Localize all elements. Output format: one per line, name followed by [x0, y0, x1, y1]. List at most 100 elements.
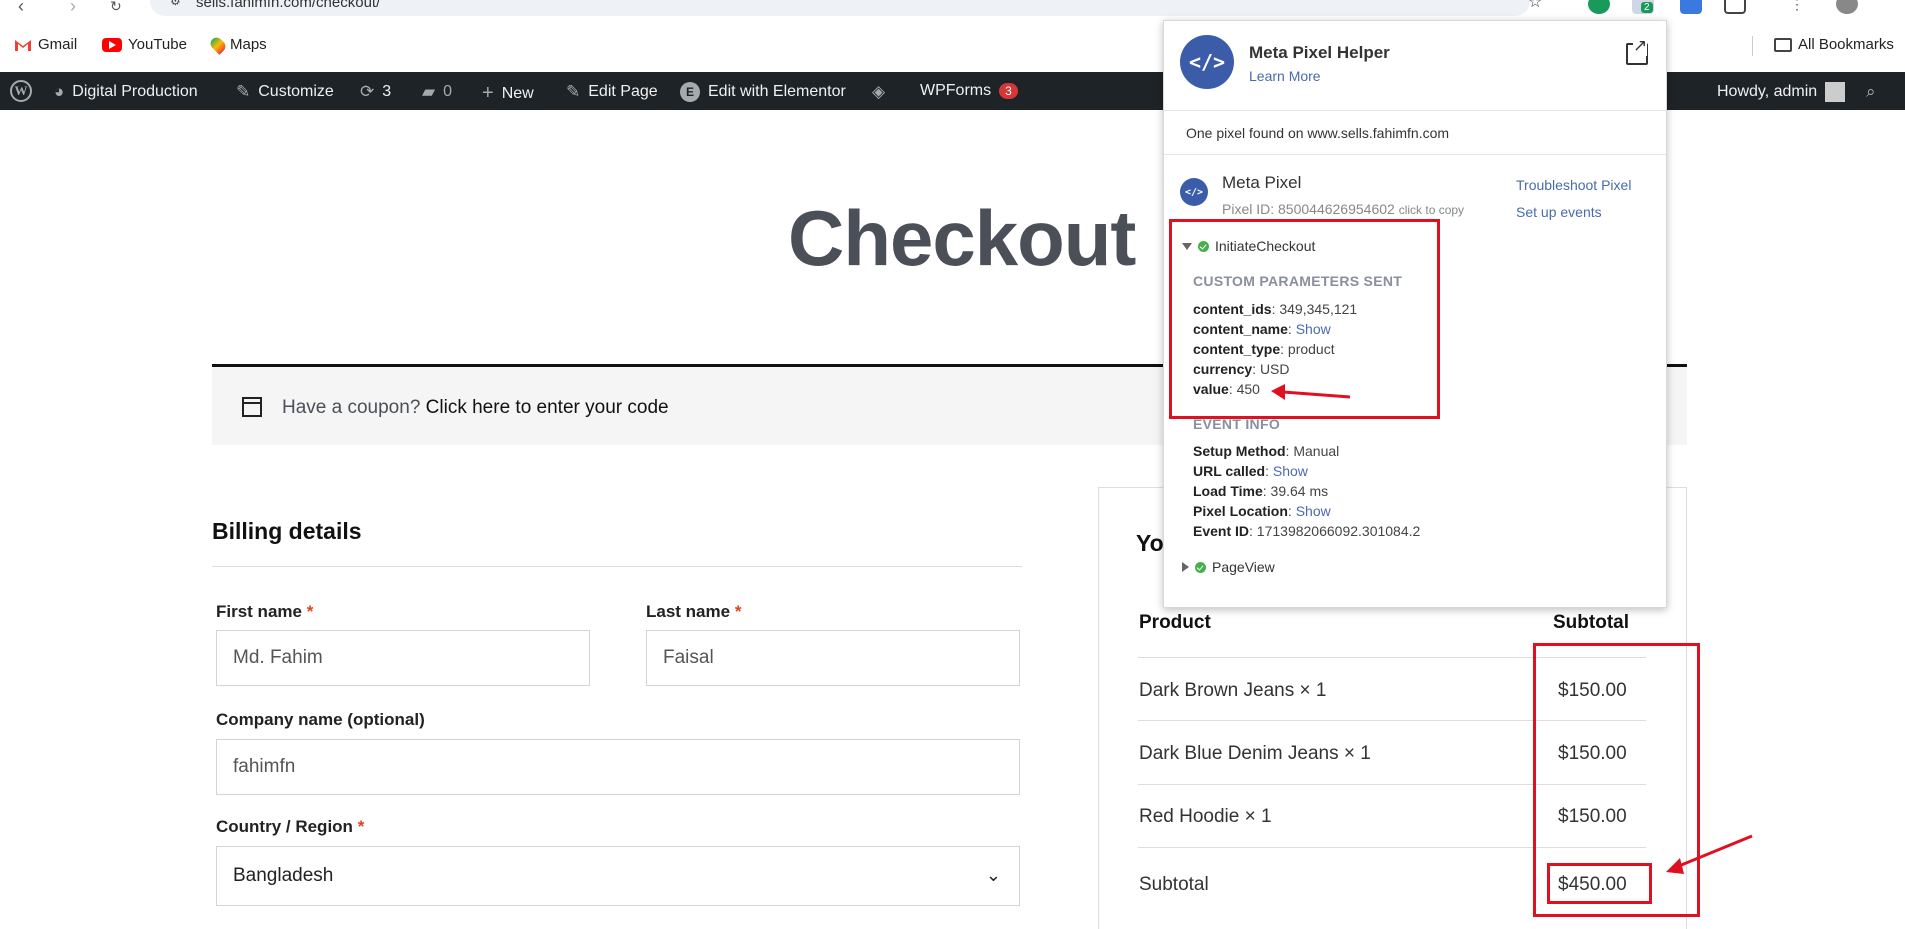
company-field[interactable]: fahimfn	[216, 739, 1020, 795]
event-name: PageView	[1212, 559, 1275, 575]
menu-icon[interactable]: ⋮	[1790, 0, 1804, 13]
extension-puzzle-icon[interactable]	[1724, 0, 1746, 14]
comments-count: 0	[443, 83, 452, 100]
comments-button[interactable]: ▰ 0	[422, 82, 452, 102]
brush-icon: ✎	[236, 82, 251, 101]
info-value: Manual	[1293, 443, 1340, 459]
site-info-icon[interactable]: ⚙	[170, 0, 181, 8]
site-name: Digital Production	[72, 83, 198, 100]
pixel-name: Meta Pixel	[1222, 173, 1302, 192]
updates-button[interactable]: ⟳ 3	[360, 82, 391, 102]
subtotal-label: Subtotal	[1139, 874, 1209, 895]
extension-green-icon[interactable]	[1588, 0, 1610, 14]
event-info-row: Event ID: 1713982066092.301084.2	[1193, 523, 1421, 539]
click-to-copy[interactable]: click to copy	[1399, 203, 1464, 217]
meta-pixel-extension-icon[interactable]: 2	[1632, 0, 1654, 14]
wp-logo-button[interactable]: W	[10, 80, 32, 102]
bookmark-maps[interactable]: Maps	[208, 34, 267, 55]
last-name-label: Last name *	[646, 602, 741, 622]
wpforms-label: WPForms	[920, 82, 992, 99]
event-info-row: URL called: Show	[1193, 463, 1308, 479]
account-menu[interactable]: Howdy, admin	[1717, 82, 1846, 102]
popup-header: </> Meta Pixel Helper Learn More	[1164, 21, 1666, 111]
bookmark-star-icon[interactable]: ☆	[1528, 0, 1542, 12]
annotation-arrow-value	[1271, 384, 1351, 400]
coupon-text: Have a coupon? Click here to enter your …	[282, 397, 669, 419]
edit-page-label: Edit Page	[588, 83, 658, 100]
dashboard-icon: ◕	[54, 82, 65, 101]
info-show-link[interactable]: Show	[1296, 503, 1331, 519]
info-show-link[interactable]: Show	[1273, 463, 1308, 479]
updates-count: 3	[382, 83, 392, 100]
pixel-id[interactable]: Pixel ID: 850044626954602 click to copy	[1222, 201, 1464, 217]
info-key: Load Time	[1193, 483, 1263, 499]
setup-events-link[interactable]: Set up events	[1516, 204, 1602, 220]
all-bookmarks-label: All Bookmarks	[1798, 36, 1894, 53]
extension-badge: 2	[1641, 2, 1653, 13]
info-key: URL called	[1193, 463, 1266, 479]
wpforms-badge: 3	[999, 83, 1018, 99]
last-name-field[interactable]: Faisal	[646, 630, 1020, 686]
extension-blue-icon[interactable]	[1680, 0, 1702, 14]
chevron-down-icon: ⌄	[985, 865, 1001, 885]
forward-icon[interactable]: ›	[70, 0, 76, 17]
order-item-name: Dark Brown Jeans × 1	[1139, 680, 1327, 701]
troubleshoot-pixel-link[interactable]: Troubleshoot Pixel	[1516, 177, 1631, 193]
wpforms-icon: ◈	[872, 82, 886, 101]
url-text: sells.fahimfn.com/checkout/	[196, 0, 381, 11]
profile-icon[interactable]	[1836, 0, 1858, 14]
expand-right-icon	[1182, 562, 1189, 572]
country-select[interactable]: Bangladesh ⌄	[216, 846, 1020, 906]
pencil-icon: ✎	[566, 82, 581, 101]
event-info-row: Pixel Location: Show	[1193, 503, 1331, 519]
first-name-label: First name *	[216, 602, 313, 622]
coupon-link[interactable]: Click here to enter your code	[426, 397, 669, 418]
info-key: Pixel Location	[1193, 503, 1288, 519]
first-name-field[interactable]: Md. Fahim	[216, 630, 590, 686]
bookmark-label: Gmail	[38, 36, 78, 53]
pixel-id-text: Pixel ID: 850044626954602	[1222, 201, 1395, 217]
first-name-value: Md. Fahim	[233, 647, 323, 668]
col-product-header: Product	[1139, 612, 1211, 633]
page-title: Checkout	[788, 194, 1136, 282]
updates-icon: ⟳	[360, 82, 375, 101]
avatar	[1825, 82, 1846, 102]
last-name-label-text: Last name	[646, 602, 731, 621]
edit-page-button[interactable]: ✎ Edit Page	[566, 82, 658, 102]
all-bookmarks-button[interactable]: All Bookmarks	[1774, 36, 1894, 53]
country-value: Bangladesh	[233, 865, 334, 886]
bookmark-youtube[interactable]: YouTube	[102, 36, 187, 53]
admin-search-button[interactable]: ⌕	[1866, 82, 1876, 102]
site-name-menu[interactable]: ◕ Digital Production	[54, 82, 198, 102]
back-icon[interactable]: ‹	[18, 0, 24, 17]
order-item-name: Red Hoodie × 1	[1139, 806, 1272, 827]
pixel-code-icon: </>	[1180, 178, 1208, 206]
event-page-view[interactable]: PageView	[1182, 559, 1275, 575]
col-subtotal-header: Subtotal	[1553, 612, 1629, 633]
new-content-button[interactable]: + New	[482, 82, 534, 105]
reload-icon[interactable]: ↻	[110, 0, 122, 15]
elementor-label: Edit with Elementor	[708, 83, 846, 100]
billing-heading: Billing details	[212, 518, 362, 544]
new-label: New	[501, 84, 534, 102]
annotation-box-subtotal	[1547, 863, 1652, 904]
youtube-icon	[102, 37, 122, 52]
customize-button[interactable]: ✎ Customize	[236, 82, 334, 102]
maps-icon	[208, 34, 228, 55]
learn-more-link[interactable]: Learn More	[1249, 68, 1321, 84]
required-mark: *	[357, 817, 365, 836]
country-label: Country / Region *	[216, 817, 364, 837]
folder-icon	[1774, 37, 1792, 52]
address-bar[interactable]: ⚙ sells.fahimfn.com/checkout/ ☆	[150, 0, 1542, 16]
calendar-icon	[242, 397, 262, 417]
wpforms-icon-button[interactable]: ◈	[872, 82, 885, 102]
info-key: Setup Method	[1193, 443, 1286, 459]
first-name-label-text: First name	[216, 602, 302, 621]
wpforms-button[interactable]: WPForms 3	[920, 82, 1018, 100]
open-external-icon[interactable]	[1626, 36, 1648, 65]
bookmark-gmail[interactable]: Gmail	[14, 36, 77, 53]
edit-with-elementor-button[interactable]: E Edit with Elementor	[680, 82, 846, 102]
bookmarks-divider	[1752, 36, 1753, 56]
last-name-value: Faisal	[663, 647, 714, 668]
info-value: 39.64 ms	[1270, 483, 1329, 499]
